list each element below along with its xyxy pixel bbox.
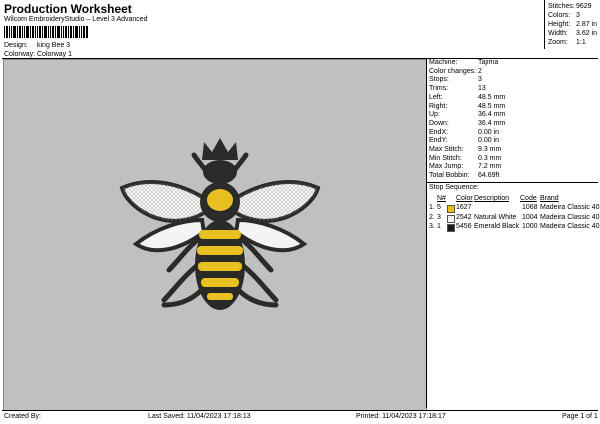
page-title: Production Worksheet [4,2,132,16]
detail-label: Left: [429,93,443,101]
thread-brand: Madeira Classic 40 [540,213,600,221]
color-code: 2542 [456,213,472,221]
width-label: Width: [548,30,568,37]
detail-label: Down: [429,119,449,127]
color-swatch [447,214,455,223]
color-description: Natural White [474,213,517,221]
height-label: Height: [548,21,571,28]
detail-label: Machine: [429,59,458,66]
page-number: Page 1 of 1 [562,413,598,420]
details-divider [426,58,427,408]
zoom-value: 1:1 [576,39,586,46]
design-preview-canvas [3,59,427,411]
detail-value: 13 [478,85,486,93]
detail-value: 0.00 in [478,137,500,145]
barcode-image [4,26,88,38]
last-saved: Last Saved: 11/04/2023 17:18:13 [148,413,251,420]
column-header-brand: Brand [540,195,559,202]
detail-value: 7.2 mm [478,163,502,171]
detail-value: 36.4 mm [478,111,506,119]
detail-label: Max Stitch: [429,146,464,153]
detail-label: Color changes: [429,67,477,75]
top-right-divider [544,0,545,49]
detail-label: EndY: [429,137,448,145]
column-header-n: N# [437,195,446,202]
color-code: 5456 [456,223,472,230]
detail-label: Up: [429,111,440,119]
column-header-description: Description [474,195,510,202]
stop-number: 2. [429,213,435,221]
software-subtitle: Wilcom EmbroideryStudio – Level 3 Advanc… [4,16,148,23]
detail-value: 2 [478,67,482,75]
design-value: king Bee 3 [37,42,71,49]
needle-number: 1 [437,223,441,230]
detail-value: 3 [478,76,482,84]
thread-brand: Madeira Classic 40 [540,223,600,230]
stitches-label: Stitches: [548,3,575,10]
color-description: Emerald Black [474,223,520,230]
detail-label: Min Stitch: [429,154,462,162]
detail-value: 48.5 mm [478,93,506,101]
printed-date: Printed: 11/04/2023 17:18:17 [356,413,446,420]
detail-value: 9.3 mm [478,146,502,153]
detail-value: 64.69ft [478,172,500,180]
design-label: Design: [4,42,28,49]
thread-brand: Madeira Classic 40 [540,204,600,211]
stop-sequence-separator [426,182,598,183]
stitches-value: 9629 [576,3,592,10]
footer-separator [2,410,598,411]
stop-number: 3. [429,223,435,230]
color-swatch [447,205,455,213]
color-code: 1627 [456,204,472,211]
column-header-color: Color [456,195,473,202]
detail-label: EndX: [429,128,449,136]
detail-label: Max Jump: [429,163,464,171]
detail-value: 48.5 mm [478,102,506,110]
detail-value: 0.3 mm [478,154,502,162]
colors-value: 3 [576,12,580,19]
zoom-label: Zoom: [548,39,568,46]
created-by: Created By: [4,413,41,420]
detail-label: Right: [429,102,448,110]
detail-label: Stops: [429,76,449,84]
detail-label: Total Bobbin: [429,172,470,180]
bee-embroidery-image [119,138,321,310]
colors-label: Colors: [548,12,571,19]
needle-number: 3 [437,213,441,221]
colorway-label: Colorway: [4,51,36,58]
width-value: 3.62 in [576,30,598,37]
detail-value: Tajima [478,59,499,66]
thread-code: 1000 [522,223,538,230]
detail-label: Trims: [429,85,449,93]
colorway-value: Colorway 1 [37,51,73,58]
thread-code: 1004 [522,213,538,221]
detail-value: 0.00 in [478,128,500,136]
needle-number: 5 [437,204,441,211]
thread-code: 1068 [522,204,538,211]
column-header-code: Code [520,195,537,202]
detail-value: 36.4 mm [478,119,506,127]
color-swatch [447,224,455,232]
stop-sequence-title: Stop Sequence: [429,184,479,191]
stop-number: 1. [429,204,435,211]
height-value: 2.87 in [576,21,598,28]
